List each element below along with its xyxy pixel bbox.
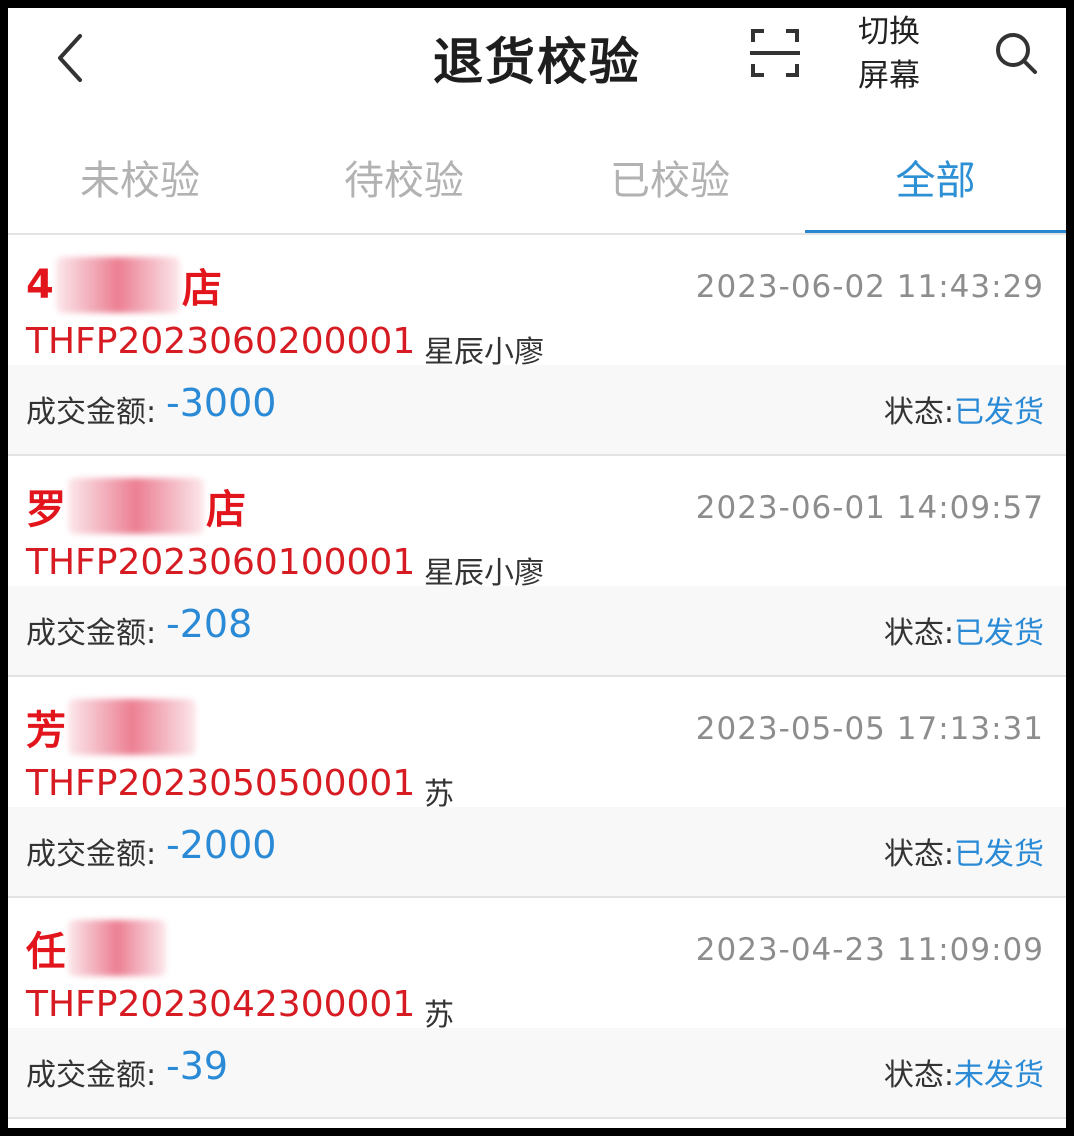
scan-icon <box>750 29 800 77</box>
amount-value: -2000 <box>166 823 277 867</box>
redacted-blur <box>68 478 204 534</box>
tab-unverified[interactable]: 未校验 <box>8 146 272 236</box>
amount-value: -208 <box>166 602 253 646</box>
status: 状态:已发货 <box>884 387 1044 431</box>
app-screen: 退货校验 切换 屏幕 未校验 待校验 已校验 全部 4 店 2023-06-02… <box>8 8 1066 1128</box>
redacted-blur <box>68 920 166 976</box>
shop-name-prefix: 芳 <box>26 708 66 754</box>
order-number: THFP2023050500001 <box>26 763 416 804</box>
redacted-blur <box>55 257 180 313</box>
redacted-blur <box>68 699 196 755</box>
order-time: 2023-06-01 14:09:57 <box>695 490 1044 526</box>
status: 状态:未发货 <box>884 1050 1044 1094</box>
switch-screen-label-line2: 屏幕 <box>858 58 920 94</box>
order-time: 2023-06-02 11:43:29 <box>695 269 1044 305</box>
status: 状态:已发货 <box>884 829 1044 873</box>
status-label: 状态: <box>883 616 954 651</box>
search-button[interactable] <box>993 30 1041 78</box>
amount-value: -39 <box>166 1044 229 1088</box>
status-label: 状态: <box>883 1058 954 1093</box>
order-number: THFP2023060100001 <box>26 542 416 583</box>
shop-name-suffix: 店 <box>206 487 246 533</box>
status-value: 已发货 <box>954 837 1044 872</box>
order-time: 2023-04-23 11:09:09 <box>695 932 1044 968</box>
amount-label: 成交金额: <box>26 616 157 651</box>
status-label: 状态: <box>883 395 954 430</box>
order-card[interactable]: 罗 店 2023-06-01 14:09:57 THFP202306010000… <box>8 456 1066 677</box>
order-number: THFP2023042300001 <box>26 984 416 1025</box>
order-card[interactable]: 芳 2023-05-05 17:13:31 THFP2023050500001 … <box>8 677 1066 898</box>
status-label: 状态: <box>883 837 954 872</box>
tab-verified[interactable]: 已校验 <box>538 146 802 236</box>
switch-screen-button[interactable]: 切换 屏幕 <box>844 10 934 98</box>
order-number: THFP2023060200001 <box>26 321 416 362</box>
shop-name: 任 <box>26 920 168 976</box>
order-card[interactable]: 4 店 2023-06-02 11:43:29 THFP202306020000… <box>8 235 1066 456</box>
status-value: 已发货 <box>954 616 1044 651</box>
switch-screen-label-line1: 切换 <box>858 14 920 50</box>
amount-label: 成交金额: <box>26 837 157 872</box>
salesperson: 苏 <box>424 998 454 1033</box>
tab-pending[interactable]: 待校验 <box>272 146 536 236</box>
shop-name: 芳 <box>26 699 198 755</box>
top-bar: 退货校验 切换 屏幕 <box>8 8 1066 120</box>
status-value: 已发货 <box>954 395 1044 430</box>
status-value: 未发货 <box>954 1058 1044 1093</box>
shop-name-prefix: 罗 <box>26 487 66 533</box>
order-list: 4 店 2023-06-02 11:43:29 THFP202306020000… <box>8 235 1066 1119</box>
amount-value: -3000 <box>166 381 277 425</box>
shop-name: 罗 店 <box>26 478 246 534</box>
amount-label: 成交金额: <box>26 395 157 430</box>
salesperson: 星辰小廖 <box>424 335 544 370</box>
status: 状态:已发货 <box>884 608 1044 652</box>
shop-name: 4 店 <box>26 257 222 313</box>
search-icon <box>996 33 1037 74</box>
salesperson: 苏 <box>424 777 454 812</box>
salesperson: 星辰小廖 <box>424 556 544 591</box>
shop-name-prefix: 4 <box>26 262 54 308</box>
tab-all[interactable]: 全部 <box>805 146 1066 236</box>
tab-bar: 未校验 待校验 已校验 全部 <box>8 146 1066 236</box>
shop-name-prefix: 任 <box>26 929 66 975</box>
amount-label: 成交金额: <box>26 1058 157 1093</box>
order-time: 2023-05-05 17:13:31 <box>695 711 1044 747</box>
order-card[interactable]: 任 2023-04-23 11:09:09 THFP2023042300001 … <box>8 898 1066 1119</box>
shop-name-suffix: 店 <box>181 266 222 312</box>
scan-button[interactable] <box>750 28 800 78</box>
